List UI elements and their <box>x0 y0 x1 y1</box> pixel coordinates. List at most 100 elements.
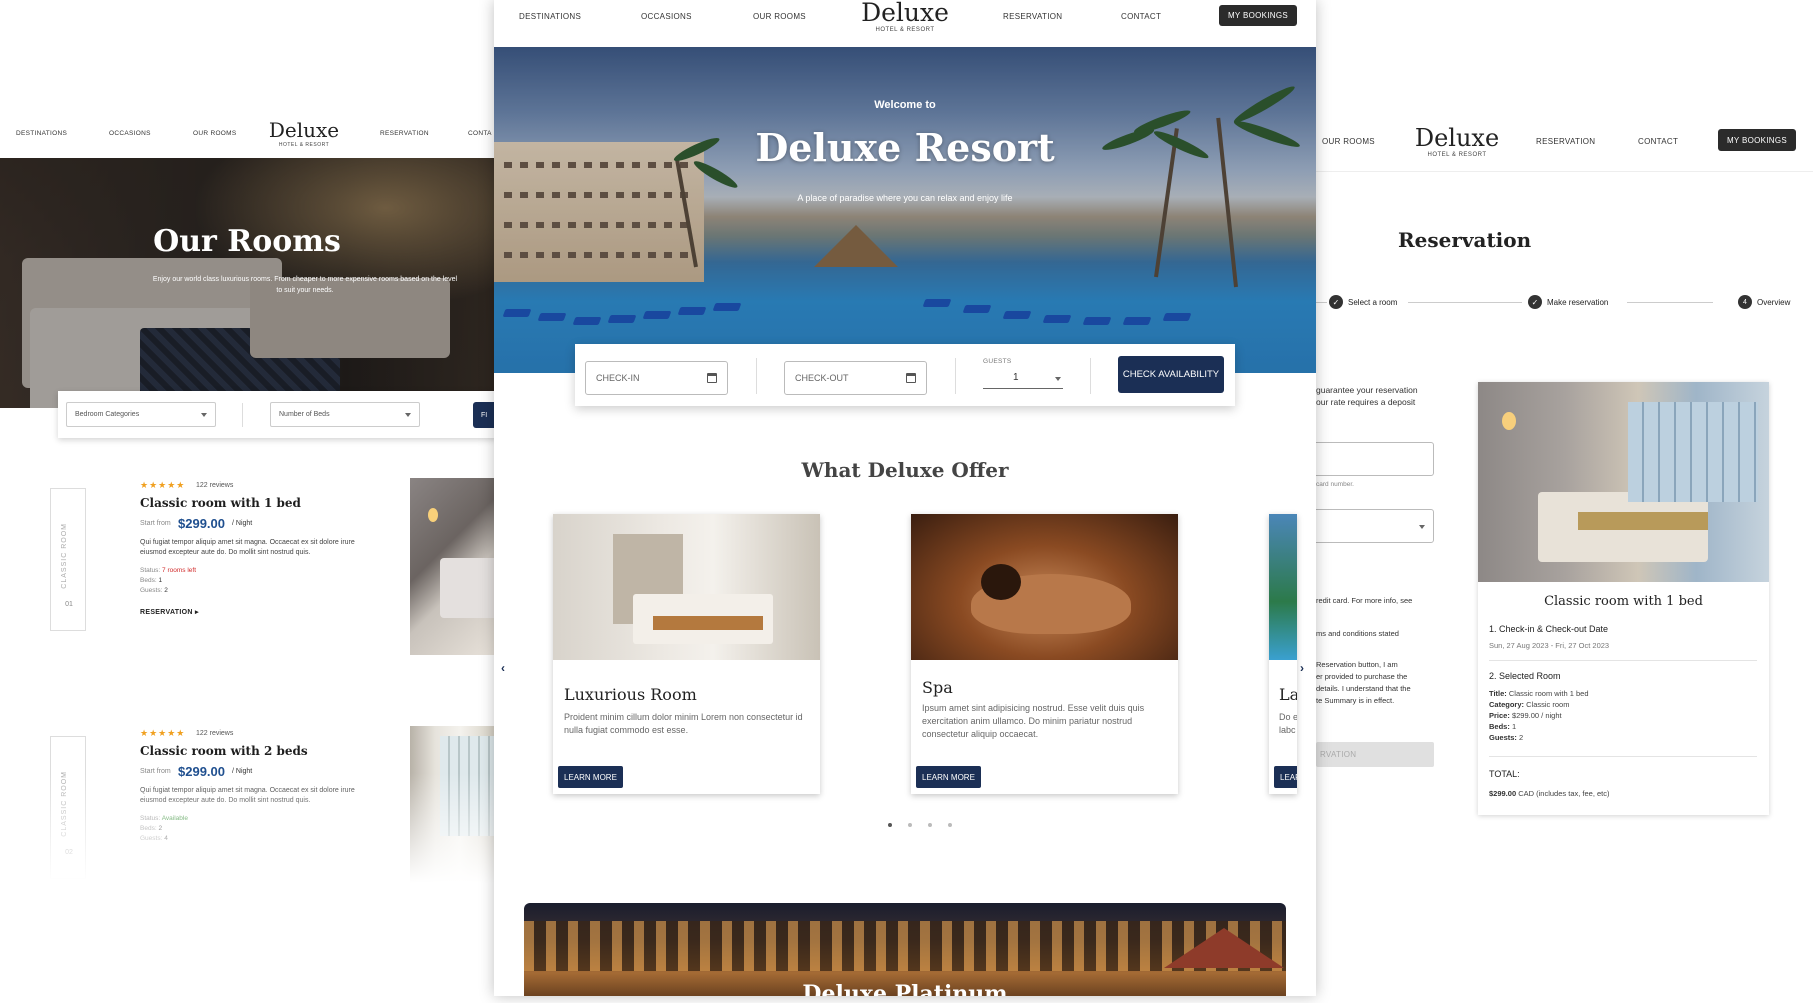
my-bookings-button[interactable]: MY BOOKINGS <box>1219 5 1297 26</box>
carousel-dot[interactable] <box>888 823 892 827</box>
summary-title-label: Title: <box>1489 689 1507 698</box>
summary-category-value: Classic room <box>1526 700 1570 709</box>
brand-logo[interactable]: Deluxe HOTEL & RESORT <box>850 0 960 33</box>
check-in-field[interactable]: CHECK-IN <box>585 361 728 395</box>
summary-price-label: Price: <box>1489 711 1510 720</box>
carousel-dot[interactable] <box>928 823 932 827</box>
learn-more-button[interactable]: LEAR <box>1274 766 1297 788</box>
card-type-select[interactable] <box>1316 509 1434 543</box>
rooms-hero: Our Rooms Enjoy our world class luxuriou… <box>0 158 494 408</box>
stepper-line <box>1627 302 1713 303</box>
room-photo <box>410 478 494 655</box>
nav-reservation[interactable]: RESERVATION <box>1003 12 1062 21</box>
hair-shape <box>981 564 1021 600</box>
window-shape <box>440 736 494 836</box>
brand-logo[interactable]: Deluxe HOTEL & RESORT <box>264 120 344 148</box>
review-count: 122 reviews <box>196 482 234 489</box>
nav-contact[interactable]: CONTACT <box>1121 12 1161 21</box>
hero-overlay <box>494 47 1316 373</box>
agreement-line: er provided to purchase the <box>1316 672 1408 681</box>
bedroom-categories-select[interactable]: Bedroom Categories <box>66 402 216 427</box>
reservation-title: Reservation <box>1398 228 1532 252</box>
rooms-navbar: DESTINATIONS OCCASIONS OUR ROOMS Deluxe … <box>0 118 494 158</box>
summary-total-amount: $299.00 <box>1489 789 1517 798</box>
nav-contact[interactable]: CONTA <box>468 130 492 137</box>
rating-stars: ★★★★★ <box>140 728 186 738</box>
learn-more-button[interactable]: LEARN MORE <box>916 766 981 788</box>
guests-value: 4 <box>164 835 168 842</box>
offer-card-spa: Spa Ipsum amet sint adipisicing nostrud.… <box>911 514 1178 794</box>
calendar-icon <box>906 373 916 383</box>
summary-guests-value: 2 <box>1519 733 1524 742</box>
step-number-badge: 4 <box>1738 295 1752 309</box>
brand-logo[interactable]: Deluxe HOTEL & RESORT <box>1412 126 1502 158</box>
offer-description: Proident minim cillum dolor minim Lorem … <box>564 712 803 735</box>
pillow-shape <box>440 558 494 618</box>
nav-destinations[interactable]: DESTINATIONS <box>519 12 581 21</box>
nav-our-rooms[interactable]: OUR ROOMS <box>753 12 806 21</box>
guests-label: Guests: <box>140 587 163 594</box>
chevron-down-icon <box>1419 525 1425 529</box>
nav-our-rooms[interactable]: OUR ROOMS <box>1322 137 1375 146</box>
credit-card-info: redit card. For more info, see <box>1316 596 1413 605</box>
room-title: Classic room with 2 beds <box>140 744 308 758</box>
offer-title: Luxurious Room <box>564 685 697 704</box>
guests-value: 1 <box>1013 372 1019 383</box>
room-photo <box>410 726 494 883</box>
room-side-label: CLASSIC ROOM 01 <box>50 488 86 631</box>
platinum-banner: Deluxe Platinum <box>524 903 1286 996</box>
status-label: Status: <box>140 567 161 574</box>
room-meta: Status: 7 rooms left Beds: 1 Guests: 2 <box>140 566 196 596</box>
room-category-vertical: CLASSIC ROOM <box>61 771 68 837</box>
nav-contact[interactable]: CONTACT <box>1638 137 1678 146</box>
booking-divider <box>756 358 757 394</box>
spa-photo <box>911 514 1178 660</box>
number-of-beds-select[interactable]: Number of Beds <box>270 402 420 427</box>
start-from-label: Start from <box>140 520 171 527</box>
beds-label: Beds: <box>140 825 157 832</box>
nav-our-rooms[interactable]: OUR ROOMS <box>193 130 237 137</box>
filter-button[interactable]: FI <box>473 402 494 428</box>
room-price: $299.00 <box>178 516 225 531</box>
nav-destinations[interactable]: DESTINATIONS <box>16 130 67 137</box>
carousel-next-icon[interactable]: › <box>1300 661 1304 675</box>
room-card: CLASSIC ROOM 01 ★★★★★ 122 reviews Classi… <box>0 478 494 658</box>
bed-runner-shape <box>1578 512 1708 530</box>
check-out-field[interactable]: CHECK-OUT <box>784 361 927 395</box>
roof-shape <box>1164 928 1284 968</box>
nav-reservation[interactable]: RESERVATION <box>380 130 429 137</box>
summary-total: $299.00 CAD (includes tax, fee, etc) <box>1489 788 1610 799</box>
check-out-placeholder: CHECK-OUT <box>795 373 849 383</box>
rooms-filter-bar: Bedroom Categories Number of Beds FI <box>58 391 494 438</box>
stepper-line <box>1408 302 1522 303</box>
home-hero: Welcome to Deluxe Resort A place of para… <box>494 47 1316 373</box>
check-availability-button[interactable]: CHECK AVAILABILITY <box>1118 356 1224 393</box>
nav-occasions[interactable]: OCCASIONS <box>109 130 151 137</box>
rooms-page-preview: DESTINATIONS OCCASIONS OUR ROOMS Deluxe … <box>0 118 494 883</box>
room-description: Qui fugiat tempor aliquip amet sit magna… <box>140 787 355 804</box>
nav-occasions[interactable]: OCCASIONS <box>641 12 692 21</box>
brand-name: Deluxe <box>268 118 340 142</box>
per-night-label: / Night <box>232 520 253 527</box>
summary-beds-value: 1 <box>1511 722 1517 731</box>
beds-label: Beds: <box>140 577 157 584</box>
partial-offer-photo <box>1269 514 1297 660</box>
my-bookings-button[interactable]: MY BOOKINGS <box>1718 129 1796 151</box>
learn-more-button[interactable]: LEARN MORE <box>558 766 623 788</box>
carousel-prev-icon[interactable]: ‹ <box>501 661 505 675</box>
offer-card-luxurious-room: Luxurious Room Proident minim cillum dol… <box>553 514 820 794</box>
reservation-navbar: OUR ROOMS Deluxe HOTEL & RESORT RESERVAT… <box>1316 125 1813 172</box>
step-select-room: Select a room <box>1348 298 1398 307</box>
guests-select[interactable]: GUESTS 1 <box>983 358 1063 394</box>
card-number-input[interactable] <box>1316 442 1434 476</box>
carousel-dot[interactable] <box>908 823 912 827</box>
reservation-summary-card: Classic room with 1 bed 1. Check-in & Ch… <box>1478 382 1769 815</box>
reservation-link[interactable]: RESERVATION ▸ <box>140 608 199 616</box>
review-count: 122 reviews <box>196 730 234 737</box>
carousel-dot[interactable] <box>948 823 952 827</box>
nav-reservation[interactable]: RESERVATION <box>1536 137 1595 146</box>
offer-card-partial: La Do e labc LEAR <box>1269 514 1297 794</box>
chevron-down-icon <box>405 412 411 417</box>
make-reservation-button[interactable]: RVATION <box>1316 742 1434 767</box>
hero-subtitle: A place of paradise where you can relax … <box>797 193 1013 203</box>
